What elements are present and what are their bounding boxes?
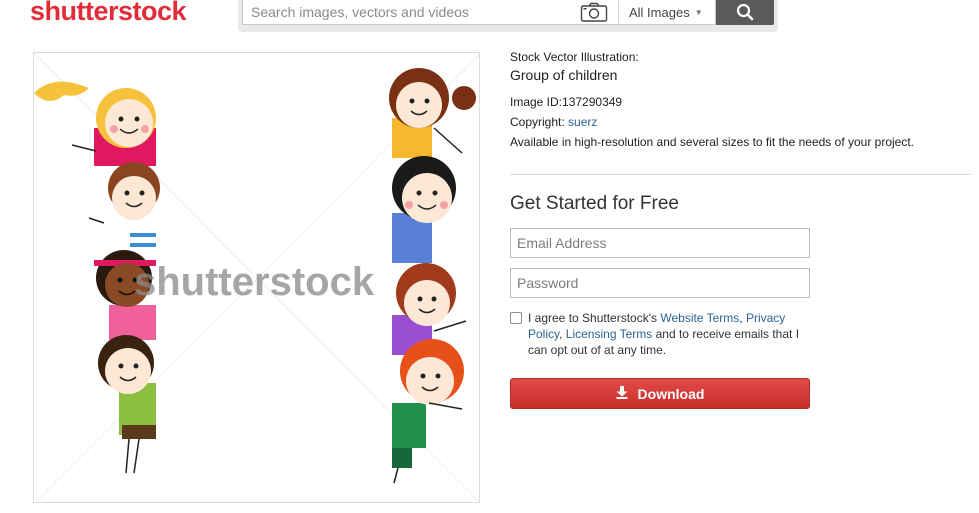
chevron-down-icon: ▼: [694, 7, 703, 17]
search-icon: [736, 3, 754, 20]
search-box: All Images ▼: [242, 0, 716, 25]
copyright-line: Copyright: suerz: [510, 115, 970, 130]
download-button[interactable]: Download: [510, 378, 810, 409]
password-field-wrap: [510, 268, 810, 298]
licensing-terms-link[interactable]: Licensing Terms: [566, 327, 652, 341]
watermark-text: shutterstock: [134, 260, 375, 304]
signup-title: Get Started for Free: [510, 193, 679, 214]
email-field[interactable]: [511, 229, 809, 257]
terms-comma: ,: [739, 311, 746, 325]
image-title: Group of children: [510, 67, 618, 83]
shutterstock-logo[interactable]: shutterstock: [30, 0, 187, 27]
copyright-author-link[interactable]: suerz: [568, 115, 597, 129]
image-info: Stock Vector Illustration: Group of chil…: [510, 50, 970, 150]
search-button[interactable]: [716, 0, 774, 25]
search-divider: [618, 1, 619, 23]
download-label: Download: [637, 385, 705, 402]
image-type-label: All Images: [629, 4, 690, 20]
section-divider: [510, 174, 971, 175]
image-id: Image ID:137290349: [510, 95, 623, 109]
image-type-dropdown[interactable]: All Images ▼: [629, 0, 703, 24]
search-input[interactable]: [251, 0, 571, 24]
image-kind: Stock Vector Illustration:: [510, 50, 639, 64]
password-field[interactable]: [511, 269, 809, 297]
image-preview[interactable]: shutterstock: [33, 52, 480, 503]
copyright-label: Copyright:: [510, 115, 569, 129]
email-field-wrap: [510, 228, 810, 258]
website-terms-link[interactable]: Website Terms: [660, 311, 739, 325]
terms-prefix: I agree to Shutterstock's: [528, 311, 661, 325]
terms-text: I agree to Shutterstock's Website Terms,…: [528, 310, 818, 358]
download-icon: [616, 385, 628, 402]
search-bar: All Images ▼: [238, 0, 778, 32]
availability-text: Available in high-resolution and several…: [510, 135, 915, 149]
terms-comma-2: ,: [559, 327, 566, 341]
camera-icon[interactable]: [579, 0, 609, 24]
children-illustration: shutterstock: [34, 53, 479, 502]
terms-checkbox[interactable]: [510, 312, 522, 324]
